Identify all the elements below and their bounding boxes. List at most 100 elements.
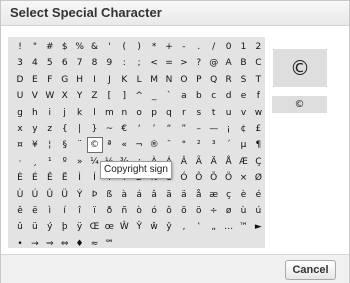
character-cell[interactable]: L xyxy=(131,72,147,88)
character-cell[interactable]: w xyxy=(250,105,266,121)
character-cell[interactable]: f xyxy=(250,88,266,104)
character-cell[interactable]: } xyxy=(87,121,103,137)
character-cell[interactable]: o xyxy=(131,105,147,121)
character-cell[interactable]: 9 xyxy=(101,55,117,71)
character-cell[interactable]: ò xyxy=(131,203,147,219)
character-cell[interactable]: º xyxy=(57,154,73,170)
character-cell[interactable]: « xyxy=(116,137,132,153)
character-cell[interactable]: Q xyxy=(206,72,222,88)
character-cell[interactable]: h xyxy=(27,105,43,121)
character-cell[interactable]: X xyxy=(57,88,73,104)
character-cell[interactable]: Æ xyxy=(236,154,252,170)
character-cell[interactable]: 6 xyxy=(57,55,73,71)
character-cell[interactable]: P xyxy=(191,72,207,88)
character-cell[interactable]: A xyxy=(221,55,237,71)
character-cell[interactable]: d xyxy=(221,88,237,104)
character-cell[interactable]: ℠ xyxy=(101,236,117,252)
character-cell[interactable]: Ŷ xyxy=(131,219,147,235)
character-cell[interactable]: ë xyxy=(27,203,43,219)
character-cell[interactable]: ã xyxy=(161,187,177,203)
character-cell[interactable]: … xyxy=(221,219,237,235)
character-cell[interactable]: û xyxy=(12,219,28,235)
character-cell[interactable]: • xyxy=(12,236,28,252)
character-cell[interactable]: k xyxy=(72,105,88,121)
character-cell[interactable]: ≈ xyxy=(87,236,103,252)
character-cell[interactable]: Ó xyxy=(176,170,192,186)
character-cell[interactable]: ‛ xyxy=(191,219,207,235)
character-cell[interactable]: Û xyxy=(42,187,58,203)
character-cell[interactable]: · xyxy=(12,154,28,170)
character-cell[interactable]: / xyxy=(206,39,222,55)
character-cell[interactable]: ÷ xyxy=(206,203,222,219)
character-cell[interactable]: ; xyxy=(131,55,147,71)
character-cell[interactable]: à xyxy=(116,187,132,203)
character-cell[interactable]: £ xyxy=(250,121,266,137)
character-cell[interactable]: ô xyxy=(161,203,177,219)
character-cell-selected[interactable]: © xyxy=(86,137,103,154)
character-cell[interactable]: r xyxy=(176,105,192,121)
character-cell[interactable]: Ç xyxy=(250,154,266,170)
character-cell[interactable]: ¢ xyxy=(236,121,252,137)
character-cell[interactable]: ¸ xyxy=(27,154,43,170)
character-cell[interactable]: é xyxy=(250,187,266,203)
character-cell[interactable]: Ù xyxy=(12,187,28,203)
character-cell[interactable]: ä xyxy=(176,187,192,203)
character-cell[interactable]: ¨ xyxy=(72,137,88,153)
character-cell[interactable]: | xyxy=(72,121,88,137)
character-cell[interactable]: 7 xyxy=(72,55,88,71)
character-cell[interactable]: × xyxy=(236,170,252,186)
character-cell[interactable]: Â xyxy=(176,154,192,170)
character-cell[interactable]: n xyxy=(116,105,132,121)
character-cell[interactable]: ! xyxy=(12,39,28,55)
character-cell[interactable]: _ xyxy=(146,88,162,104)
character-cell[interactable]: U xyxy=(12,88,28,104)
character-cell[interactable]: ³ xyxy=(206,137,222,153)
character-cell[interactable]: G xyxy=(57,72,73,88)
character-cell[interactable]: ’ xyxy=(146,121,162,137)
character-cell[interactable]: Ú xyxy=(27,187,43,203)
character-cell[interactable]: ” xyxy=(176,121,192,137)
character-cell[interactable]: " xyxy=(27,39,43,55)
character-cell[interactable]: x xyxy=(12,121,28,137)
character-cell[interactable]: @ xyxy=(206,55,222,71)
character-cell[interactable]: $ xyxy=(57,39,73,55)
character-cell[interactable]: ² xyxy=(191,137,207,153)
character-cell[interactable]: í xyxy=(57,203,73,219)
character-cell[interactable]: § xyxy=(57,137,73,153)
character-cell[interactable]: ¥ xyxy=(27,137,43,153)
character-cell[interactable]: : xyxy=(116,55,132,71)
character-cell[interactable]: „ xyxy=(206,219,222,235)
character-cell[interactable]: → xyxy=(27,236,43,252)
character-cell[interactable]: ¯ xyxy=(161,137,177,153)
character-cell[interactable]: j xyxy=(57,105,73,121)
character-cell[interactable]: q xyxy=(161,105,177,121)
character-cell[interactable]: m xyxy=(101,105,117,121)
character-cell[interactable]: Õ xyxy=(206,170,222,186)
character-cell[interactable]: y xyxy=(27,121,43,137)
character-cell[interactable]: ê xyxy=(12,203,28,219)
character-cell[interactable]: N xyxy=(161,72,177,88)
character-cell[interactable]: ^ xyxy=(131,88,147,104)
character-cell[interactable]: ï xyxy=(87,203,103,219)
character-cell[interactable]: & xyxy=(87,39,103,55)
character-cell[interactable]: ú xyxy=(250,203,266,219)
character-cell[interactable]: ` xyxy=(161,88,177,104)
character-cell[interactable]: Å xyxy=(221,154,237,170)
character-cell[interactable]: È xyxy=(12,170,28,186)
character-cell[interactable]: = xyxy=(161,55,177,71)
character-cell[interactable]: ‚ xyxy=(176,219,192,235)
character-cell[interactable]: i xyxy=(42,105,58,121)
character-cell[interactable]: ) xyxy=(131,39,147,55)
character-cell[interactable]: ¡ xyxy=(221,121,237,137)
character-cell[interactable]: € xyxy=(116,121,132,137)
character-cell[interactable]: ¬ xyxy=(131,137,147,153)
character-cell[interactable]: 8 xyxy=(87,55,103,71)
character-cell[interactable]: Ý xyxy=(72,187,88,203)
character-cell[interactable]: » xyxy=(72,154,88,170)
character-cell[interactable]: 1 xyxy=(236,39,252,55)
character-cell[interactable]: ♦ xyxy=(72,236,88,252)
character-cell[interactable]: < xyxy=(146,55,162,71)
character-cell[interactable]: ø xyxy=(221,203,237,219)
character-cell[interactable]: ÿ xyxy=(72,219,88,235)
character-cell[interactable]: ¦ xyxy=(42,137,58,153)
